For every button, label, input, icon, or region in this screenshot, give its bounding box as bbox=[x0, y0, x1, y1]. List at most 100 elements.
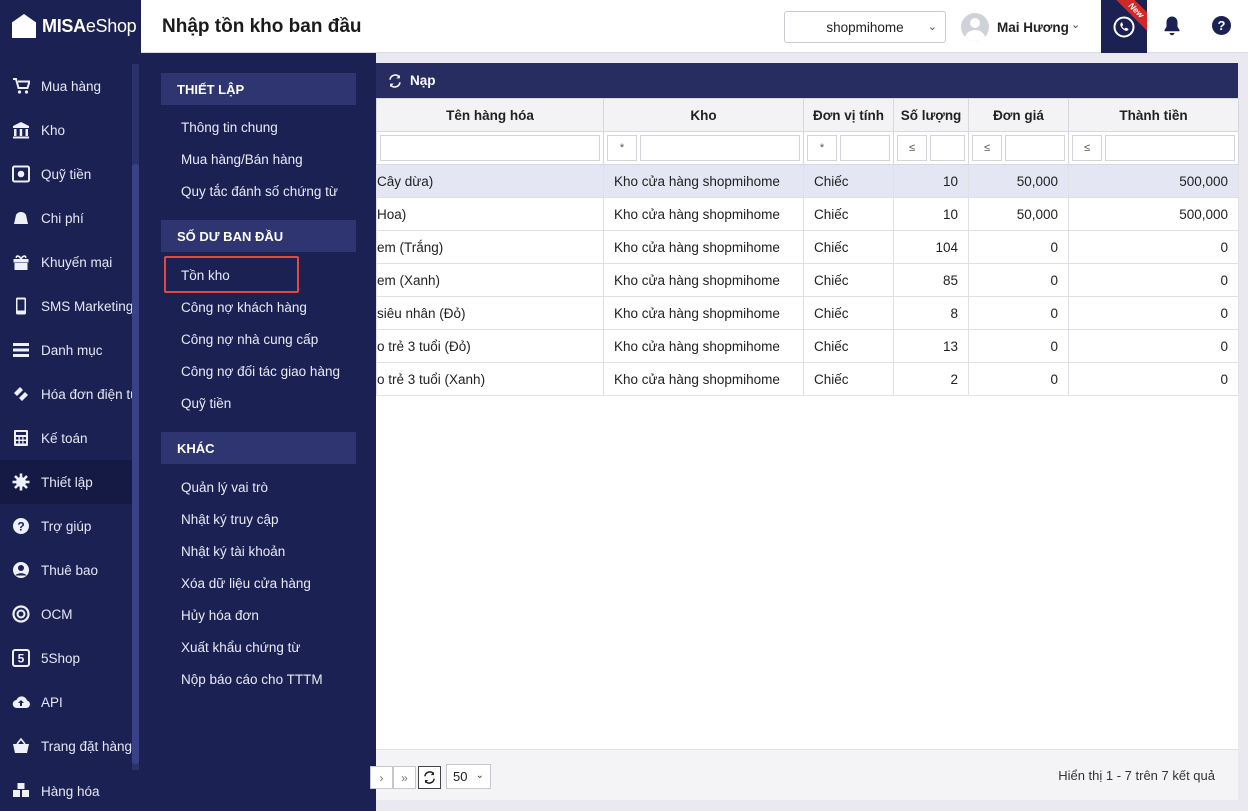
sidebar-item-5shop[interactable]: 5 5Shop bbox=[0, 636, 132, 680]
table-cell: 0 bbox=[1068, 230, 1239, 264]
flyout-menu-item[interactable]: Thông tin chung bbox=[181, 120, 278, 135]
column-header[interactable]: Đơn vị tính bbox=[803, 98, 894, 132]
table-cell: em (Xanh) bbox=[376, 263, 604, 297]
last-page-button[interactable]: » bbox=[393, 766, 416, 789]
pager-info: Hiển thị 1 - 7 trên 7 kết quả bbox=[1058, 768, 1215, 783]
sidebar-item-chi-phí[interactable]: Chi phí bbox=[0, 196, 132, 240]
logo-text-eshop: eShop bbox=[85, 15, 137, 36]
bell-icon[interactable] bbox=[1162, 15, 1182, 37]
table-row[interactable]: o trẻ 3 tuổi (Đỏ) Kho cửa hàng shopmihome… bbox=[376, 329, 1239, 363]
filter-cell: * bbox=[603, 131, 804, 165]
filter-input[interactable] bbox=[380, 135, 600, 161]
sidebar-item-quỹ-tiền[interactable]: Quỹ tiền bbox=[0, 152, 132, 196]
shop-select[interactable]: shopmihome ⌄ bbox=[784, 11, 946, 43]
flyout-menu-item[interactable]: Công nợ khách hàng bbox=[181, 300, 307, 315]
sidebar-item-hàng-hóa[interactable]: Hàng hóa bbox=[0, 769, 132, 811]
filter-operator[interactable]: ≤ bbox=[897, 135, 927, 161]
filter-input[interactable] bbox=[930, 135, 965, 161]
next-page-button[interactable]: › bbox=[370, 766, 393, 789]
sidebar-item-sms-marketing[interactable]: SMS Marketing bbox=[0, 284, 132, 328]
flyout-menu-item[interactable]: Công nợ đối tác giao hàng bbox=[181, 364, 340, 379]
flyout-menu-item[interactable]: Nhật ký truy cập bbox=[181, 512, 279, 527]
flyout-menu-item[interactable]: Mua hàng/Bán hàng bbox=[181, 152, 303, 167]
help-icon[interactable]: ? bbox=[1212, 16, 1231, 35]
invoice-icon bbox=[12, 385, 30, 403]
sidebar-item-label: Trang đặt hàng bbox=[41, 738, 132, 754]
sidebar-item-thuê-bao[interactable]: Thuê bao bbox=[0, 548, 132, 592]
table-row[interactable]: em (Xanh) Kho cửa hàng shopmihome Chiếc 85 0… bbox=[376, 263, 1239, 297]
logo-text: MISA bbox=[42, 15, 86, 36]
chevron-down-icon: ⌄ bbox=[475, 770, 484, 781]
pager: › » 50 ⌄ Hiển thị 1 - 7 trên 7 kết quả bbox=[370, 749, 1238, 800]
page-size-select[interactable]: 50 ⌄ bbox=[446, 764, 491, 789]
table-cell: Kho cửa hàng shopmihome bbox=[603, 296, 804, 330]
sidebar-item-kho[interactable]: Kho bbox=[0, 108, 132, 152]
table-cell: o trẻ 3 tuổi (Xanh) bbox=[376, 362, 604, 396]
table-row[interactable]: em (Trắng) Kho cửa hàng shopmihome Chiếc 10… bbox=[376, 230, 1239, 264]
filter-operator[interactable]: * bbox=[807, 135, 837, 161]
filter-operator[interactable]: ≤ bbox=[972, 135, 1002, 161]
sidebar-item-label: Trợ giúp bbox=[41, 518, 92, 534]
sidebar-item-hóa-đơn-điện-tử[interactable]: Hóa đơn điện tử bbox=[0, 372, 132, 416]
filter-input[interactable] bbox=[1005, 135, 1065, 161]
cart-icon bbox=[12, 77, 30, 95]
table-cell: 0 bbox=[1068, 362, 1239, 396]
sidebar-item-kế-toán[interactable]: Kế toán bbox=[0, 416, 132, 460]
column-header[interactable]: Thành tiền bbox=[1068, 98, 1239, 132]
table-cell: 0 bbox=[968, 263, 1069, 297]
flyout-menu-item[interactable]: Xuất khẩu chứng từ bbox=[181, 640, 300, 655]
filter-operator[interactable]: ≤ bbox=[1072, 135, 1102, 161]
sidebar-item-label: OCM bbox=[41, 606, 73, 622]
refresh-icon[interactable] bbox=[388, 73, 402, 88]
filter-input[interactable] bbox=[640, 135, 800, 161]
column-header[interactable]: Số lượng bbox=[893, 98, 969, 132]
table-row[interactable]: o trẻ 3 tuổi (Xanh) Kho cửa hàng shopmiho… bbox=[376, 362, 1239, 396]
sidebar-item-trang-đặt-hàng[interactable]: Trang đặt hàng bbox=[0, 724, 132, 768]
sidebar-scroll-thumb[interactable] bbox=[132, 164, 139, 764]
table-cell: 8 bbox=[893, 296, 969, 330]
flyout-menu-item[interactable]: Hủy hóa đơn bbox=[181, 608, 259, 623]
column-header[interactable]: Tên hàng hóa bbox=[376, 98, 604, 132]
sidebar-item-api[interactable]: API bbox=[0, 680, 132, 724]
support-phone-button[interactable]: New bbox=[1101, 0, 1147, 53]
table-row[interactable]: siêu nhân (Đỏ) Kho cửa hàng shopmihome Chi… bbox=[376, 296, 1239, 330]
filter-input[interactable] bbox=[1105, 135, 1235, 161]
flyout-menu-item[interactable]: Quản lý vai trò bbox=[181, 480, 268, 495]
column-header[interactable]: Đơn giá bbox=[968, 98, 1069, 132]
table-cell: Chiếc bbox=[803, 362, 894, 396]
chevron-down-icon[interactable]: ⌄ bbox=[1071, 18, 1080, 31]
reload-button[interactable]: Nạp bbox=[410, 73, 436, 88]
filter-cell: ≤ bbox=[1068, 131, 1239, 165]
flyout-menu-item[interactable]: Xóa dữ liệu cửa hàng bbox=[181, 576, 311, 591]
sidebar-item-trợ-giúp[interactable]: ? Trợ giúp bbox=[0, 504, 132, 548]
sidebar-item-mua-hàng[interactable]: Mua hàng bbox=[0, 64, 132, 108]
table-cell: Kho cửa hàng shopmihome bbox=[603, 263, 804, 297]
sidebar-item-ocm[interactable]: OCM bbox=[0, 592, 132, 636]
filter-cell: ≤ bbox=[893, 131, 969, 165]
flyout-menu-item[interactable]: Quỹ tiền bbox=[181, 396, 231, 411]
flyout-menu-item[interactable]: Quy tắc đánh số chứng từ bbox=[181, 184, 338, 199]
sidebar: MISAeShop Mua hàng Kho Quỹ tiền Chi phí Khuy… bbox=[0, 0, 141, 811]
table-cell: 50,000 bbox=[968, 164, 1069, 198]
sidebar-scrollbar[interactable] bbox=[132, 64, 139, 770]
table-cell: Hoa) bbox=[376, 197, 604, 231]
sidebar-item-thiết-lập[interactable]: Thiết lập bbox=[0, 460, 132, 504]
flyout-menu-item[interactable]: Công nợ nhà cung cấp bbox=[181, 332, 318, 347]
avatar[interactable] bbox=[961, 13, 989, 41]
sidebar-item-label: Mua hàng bbox=[41, 78, 102, 94]
flyout-menu-item[interactable]: Nộp báo cáo cho TTTM bbox=[181, 672, 323, 687]
sidebar-item-khuyến-mại[interactable]: Khuyến mại bbox=[0, 240, 132, 284]
table-row[interactable]: Hoa) Kho cửa hàng shopmihome Chiếc 10 50,000… bbox=[376, 197, 1239, 231]
column-header[interactable]: Kho bbox=[603, 98, 804, 132]
sidebar-item-danh-mục[interactable]: Danh mục bbox=[0, 328, 132, 372]
logo[interactable]: MISAeShop bbox=[0, 0, 141, 52]
filter-input[interactable] bbox=[840, 135, 890, 161]
refresh-page-button[interactable] bbox=[418, 766, 441, 789]
table-cell: 104 bbox=[893, 230, 969, 264]
filter-cell: ≤ bbox=[968, 131, 1069, 165]
flyout-menu-item[interactable]: Nhật ký tài khoản bbox=[181, 544, 285, 559]
user-name[interactable]: Mai Hương bbox=[997, 20, 1069, 35]
table-row[interactable]: Cây dừa) Kho cửa hàng shopmihome Chiếc 10 50… bbox=[376, 164, 1239, 198]
table-cell: 0 bbox=[1068, 296, 1239, 330]
filter-operator[interactable]: * bbox=[607, 135, 637, 161]
